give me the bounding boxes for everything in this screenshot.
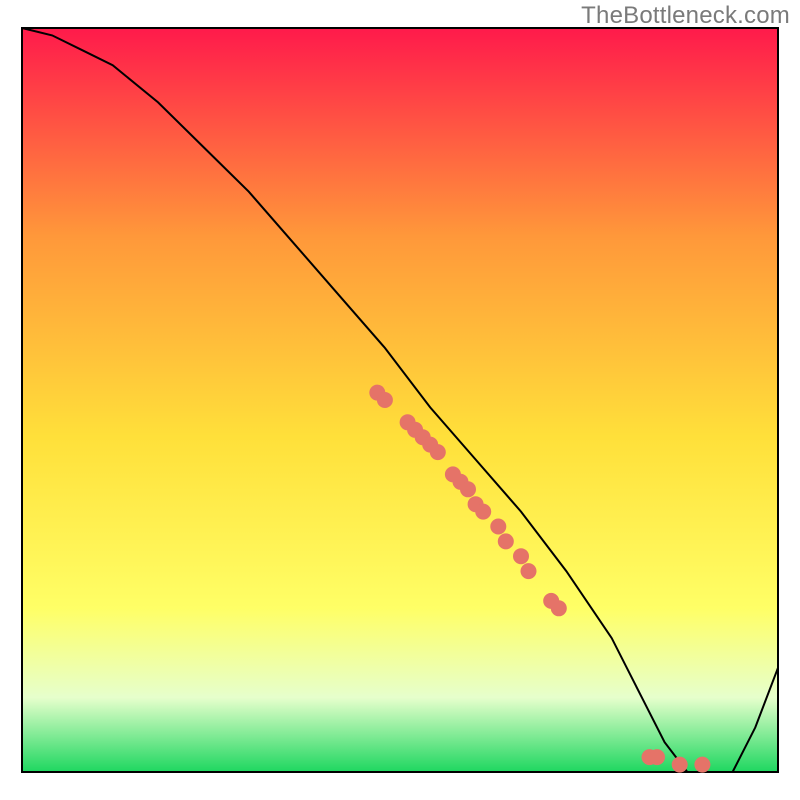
curve-marker: [475, 504, 491, 520]
curve-marker: [460, 481, 476, 497]
bottleneck-chart: [0, 0, 800, 800]
curve-marker: [649, 749, 665, 765]
curve-marker: [521, 563, 537, 579]
watermark-text: TheBottleneck.com: [581, 2, 790, 30]
curve-marker: [694, 757, 710, 773]
curve-marker: [672, 757, 688, 773]
plot-background: [22, 28, 778, 772]
chart-stage: TheBottleneck.com: [0, 0, 800, 800]
curve-marker: [490, 519, 506, 535]
curve-marker: [498, 533, 514, 549]
curve-marker: [430, 444, 446, 460]
curve-marker: [377, 392, 393, 408]
curve-marker: [551, 600, 567, 616]
curve-marker: [513, 548, 529, 564]
